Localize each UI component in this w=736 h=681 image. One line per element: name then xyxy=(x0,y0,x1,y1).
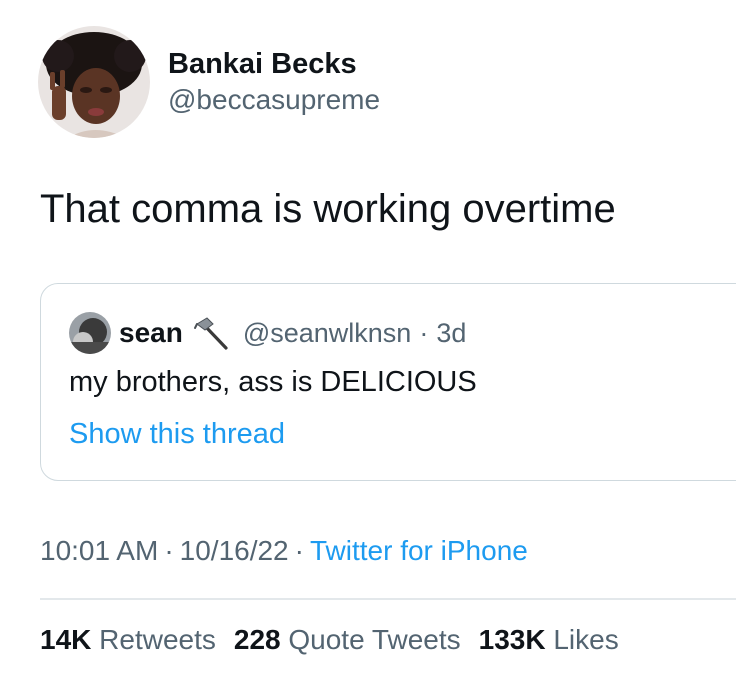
quoted-tweet-text: my brothers, ass is DELICIOUS xyxy=(69,366,477,398)
quote-tweets-stat[interactable]: 228 Quote Tweets xyxy=(234,622,461,658)
tweet-source-link[interactable]: Twitter for iPhone xyxy=(310,535,528,566)
tweet-stats: 14K Retweets 228 Quote Tweets 133K Likes xyxy=(40,622,619,658)
separator-dot: · xyxy=(164,535,174,566)
likes-label: Likes xyxy=(553,624,619,655)
tweet-metadata: 10:01 AM · 10/16/22 · Twitter for iPhone xyxy=(40,533,528,569)
quoted-author-avatar xyxy=(69,312,111,354)
quoted-tweet-header: sean @seanwlknsn · 3d xyxy=(69,312,466,354)
quoted-author-handle: @seanwlknsn xyxy=(242,317,412,348)
hammer-icon xyxy=(193,315,229,351)
separator-dot: · xyxy=(294,535,304,566)
quoted-author-name: sean xyxy=(119,317,183,348)
likes-count: 133K xyxy=(478,624,546,655)
tweet-author: Bankai Becks @beccasupreme xyxy=(38,26,380,138)
retweets-stat[interactable]: 14K Retweets xyxy=(40,622,216,658)
retweets-count: 14K xyxy=(40,624,92,655)
separator-dot: · xyxy=(419,317,429,348)
quote-tweets-label: Quote Tweets xyxy=(288,624,461,655)
quoted-tweet[interactable]: sean @seanwlknsn · 3d my brothers, ass i… xyxy=(40,283,736,481)
quote-tweets-count: 228 xyxy=(233,624,281,655)
tweet-text: That comma is working overtime xyxy=(40,187,616,231)
author-handle[interactable]: @beccasupreme xyxy=(168,82,380,118)
divider xyxy=(40,598,736,600)
author-avatar[interactable] xyxy=(38,26,150,138)
tweet-date[interactable]: 10/16/22 xyxy=(180,535,289,566)
tweet-time[interactable]: 10:01 AM xyxy=(40,535,158,566)
retweets-label: Retweets xyxy=(99,624,216,655)
show-thread-link[interactable]: Show this thread xyxy=(69,416,285,452)
quoted-tweet-time: 3d xyxy=(436,317,467,348)
author-display-name[interactable]: Bankai Becks xyxy=(168,46,380,82)
likes-stat[interactable]: 133K Likes xyxy=(479,622,619,658)
